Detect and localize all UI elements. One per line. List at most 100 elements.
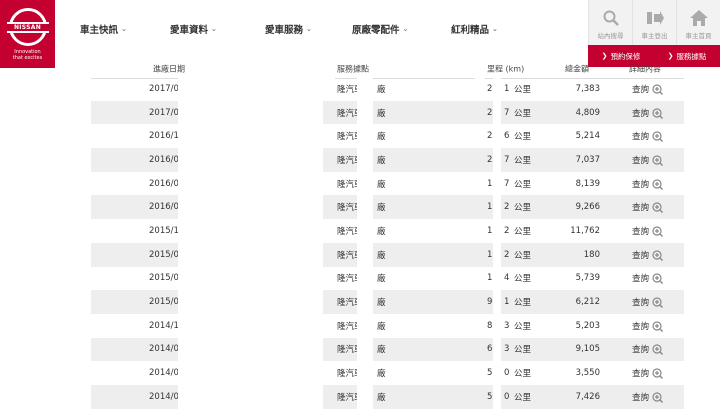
cell-km-part: 7	[504, 154, 510, 165]
logout-label: 車主登出	[641, 32, 668, 40]
cell-km-unit: 公里	[514, 392, 532, 403]
detail-link-label: 查詢	[632, 203, 650, 214]
chevron-down-icon: ⌄	[492, 25, 498, 33]
privacy-mask	[357, 337, 373, 362]
table-row: 2015/0 隆汽車廠 1 2 公里 180 查詢	[91, 242, 684, 267]
detail-link[interactable]: 查詢	[632, 225, 664, 237]
privacy-mask	[357, 77, 373, 101]
privacy-mask	[357, 242, 373, 267]
privacy-mask	[357, 148, 373, 172]
privacy-mask	[493, 313, 501, 338]
detail-link[interactable]: 查詢	[632, 272, 664, 284]
cell-km-part: 5	[487, 391, 493, 402]
privacy-mask	[493, 195, 501, 220]
privacy-mask	[178, 384, 323, 409]
cell-km-unit: 公里	[514, 274, 532, 285]
header-total: 總金額	[565, 64, 589, 73]
nissan-logo[interactable]: NISSAN Innovation that excites	[0, 0, 55, 68]
owner-home-label: 車主首頁	[685, 32, 712, 40]
privacy-mask	[178, 266, 323, 291]
cell-km-unit: 公里	[514, 250, 532, 261]
detail-link[interactable]: 查詢	[632, 320, 664, 332]
utility-bar: 站內搜尋 車主登出 車主首頁	[588, 0, 720, 45]
zoom-in-icon	[652, 344, 664, 356]
detail-link[interactable]: 查詢	[632, 83, 664, 95]
cell-date: 2014/0	[149, 368, 179, 379]
detail-link[interactable]: 查詢	[632, 178, 664, 190]
privacy-mask	[493, 384, 501, 409]
nav-item-bonus-gifts[interactable]: 紅利精品 ⌄	[451, 22, 521, 36]
privacy-mask	[493, 219, 501, 243]
cell-total: 5,214	[575, 131, 600, 142]
cell-total: 180	[583, 249, 600, 260]
cell-km-part: 2	[487, 83, 493, 94]
privacy-mask	[357, 290, 373, 314]
detail-link[interactable]: 查詢	[632, 343, 664, 356]
chevron-down-icon: ⌄	[306, 25, 312, 33]
table-row: 2014/0 隆汽車廠 5 0 公里 3,550 查詢	[91, 361, 684, 385]
cell-total: 8,139	[575, 178, 600, 189]
table-row: 2014/0 隆汽車廠 5 0 公里 7,426 查詢	[91, 384, 684, 409]
privacy-mask	[493, 171, 501, 196]
cell-total: 7,383	[575, 83, 600, 94]
detail-link[interactable]: 查詢	[632, 107, 664, 119]
cell-date: 2016/0	[149, 178, 179, 189]
cell-km-part: 3	[504, 320, 510, 331]
cell-date: 2016/0	[149, 154, 179, 165]
cell-place-suffix: 廠	[377, 132, 386, 143]
table-row: 2017/0 /隆汽車廠 2 7 公里 4,809 查詢	[91, 100, 684, 125]
detail-link[interactable]: 查詢	[632, 201, 664, 214]
cell-place-suffix: 廠	[377, 274, 386, 285]
table-body: 2017/0 /隆汽車廠 2 1 公里 7,383 查詢 2017/0 /隆汽車廠 2 7 公里 4…	[91, 77, 684, 409]
cell-km-part: 1	[487, 273, 493, 284]
zoom-in-icon	[652, 178, 664, 190]
cell-place-suffix: 廠	[377, 84, 386, 95]
owner-home-button[interactable]: 車主首頁	[676, 0, 720, 45]
cell-km-part: 0	[504, 368, 510, 379]
cell-km-part: 1	[487, 225, 493, 236]
zoom-in-icon	[652, 368, 664, 380]
nav-item-genuine-parts[interactable]: 原廠零配件 ⌄	[352, 22, 451, 36]
zoom-in-icon	[652, 226, 664, 237]
cell-km-part: 4	[504, 273, 510, 284]
header-detail: 詳細內容	[629, 64, 661, 73]
nav-item-owner-news[interactable]: 車主快訊 ⌄	[80, 22, 170, 36]
chevron-down-icon: ⌄	[211, 25, 217, 33]
nav-item-label: 紅利精品	[451, 25, 490, 36]
cell-km-unit: 公里	[514, 108, 532, 119]
detail-link[interactable]: 查詢	[632, 249, 664, 261]
logout-button[interactable]: 車主登出	[632, 0, 676, 45]
detail-link-label: 查詢	[632, 179, 650, 190]
nav-item-car-data[interactable]: 愛車資料 ⌄	[170, 22, 265, 36]
cell-total: 4,809	[575, 107, 600, 118]
chevron-down-icon: ⌄	[402, 25, 409, 33]
cell-place-suffix: 廠	[377, 298, 386, 309]
privacy-mask	[493, 361, 501, 385]
detail-link[interactable]: 查詢	[632, 296, 664, 308]
cell-km-unit: 公里	[514, 369, 532, 380]
detail-link-label: 查詢	[632, 84, 650, 95]
chevron-right-icon: ❯	[601, 52, 608, 60]
table-row: 2016/0 隆汽車廠 1 2 公里 9,266 查詢	[91, 195, 684, 220]
detail-link-label: 查詢	[632, 155, 650, 166]
detail-link[interactable]: 查詢	[632, 391, 664, 403]
table-row: 2016/0 隆汽車廠 2 7 公里 7,037 查詢	[91, 148, 684, 172]
detail-link[interactable]: 查詢	[632, 367, 664, 380]
nav-item-car-service[interactable]: 愛車服務 ⌄	[265, 22, 352, 36]
cell-place-suffix: 廠	[377, 155, 386, 166]
cell-km-part: 3	[504, 344, 510, 355]
cell-total: 7,037	[575, 154, 600, 165]
detail-link[interactable]: 查詢	[632, 130, 664, 142]
detail-link-label: 查詢	[632, 108, 650, 119]
site-search-button[interactable]: 站內搜尋	[588, 0, 632, 45]
cell-total: 11,762	[570, 225, 600, 236]
home-icon	[689, 9, 708, 27]
privacy-mask	[493, 266, 501, 291]
cell-date: 2015/1	[149, 225, 179, 236]
cell-date: 2015/0	[149, 249, 179, 260]
privacy-mask	[493, 337, 501, 362]
detail-link[interactable]: 查詢	[632, 154, 664, 166]
cell-km-part: 2	[504, 225, 510, 236]
header-km: 里程 (km)	[487, 64, 525, 73]
cell-km-part: 5	[487, 368, 493, 379]
